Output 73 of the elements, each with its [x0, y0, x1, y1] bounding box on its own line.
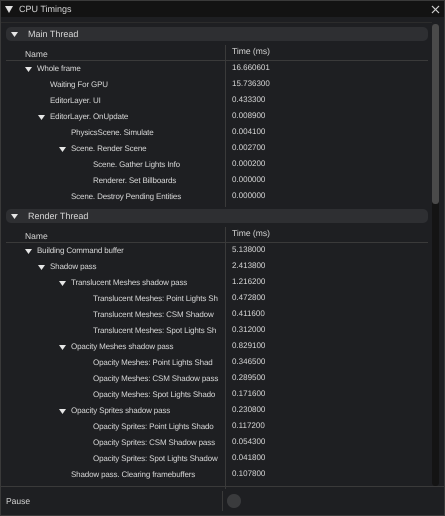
row-name[interactable]: Translucent Meshes shadow pass — [71, 279, 188, 287]
row-name[interactable]: Renderer. Set Billboards — [93, 177, 176, 185]
row-name[interactable]: EditorLayer. OnUpdate — [50, 113, 128, 121]
time-value: 0.000200 — [231, 160, 266, 168]
expanded-arrow-icon[interactable] — [25, 248, 32, 254]
row-name[interactable]: Opacity Sprites: CSM Shadow pass — [93, 439, 215, 447]
section-header[interactable]: Main Thread — [6, 27, 428, 41]
expanded-arrow-icon[interactable] — [59, 280, 66, 286]
time-value: 16.660601 — [231, 64, 270, 72]
row-name[interactable]: Opacity Meshes: Spot Lights Shado — [93, 391, 216, 399]
time-value: 0.008900 — [231, 112, 266, 120]
row-name[interactable]: Translucent Meshes: Point Lights Sh — [93, 295, 218, 303]
column-header[interactable]: Time (ms) — [226, 227, 270, 240]
time-value: 0.230800 — [231, 406, 266, 414]
row-name[interactable]: EditorLayer. UI — [50, 97, 101, 105]
row-name[interactable]: Opacity Meshes: Point Lights Shad — [93, 359, 213, 367]
time-value: 0.041800 — [231, 454, 266, 462]
time-value: 0.829100 — [231, 342, 266, 350]
time-value: 0.411600 — [231, 310, 265, 318]
row-name[interactable]: Translucent Meshes: Spot Lights Sh — [93, 327, 216, 335]
time-value: 0.312000 — [231, 326, 266, 334]
expanded-arrow-icon[interactable] — [11, 212, 18, 220]
time-value: 1.216200 — [231, 278, 266, 286]
time-value: 0.107800 — [231, 470, 266, 478]
expanded-arrow-icon[interactable] — [11, 30, 18, 38]
time-value: 0.054300 — [231, 438, 266, 446]
column-header[interactable]: Name — [6, 45, 226, 60]
time-value: 0.346500 — [231, 358, 266, 366]
scrollbar[interactable] — [432, 24, 439, 486]
time-value: 0.433300 — [231, 96, 266, 104]
column-header[interactable]: Name — [6, 227, 226, 242]
time-value: 0.000000 — [231, 192, 266, 200]
section-header[interactable]: Render Thread — [6, 209, 428, 223]
time-value: 2.413800 — [231, 262, 266, 270]
row-name[interactable]: PhysicsScene. Simulate — [71, 129, 154, 137]
row-name[interactable]: Scene. Render Scene — [71, 145, 146, 153]
window-title: CPU Timings — [19, 4, 72, 14]
time-value: 0.004100 — [231, 128, 266, 136]
close-icon[interactable] — [431, 4, 440, 14]
row-name[interactable]: Whole frame — [37, 65, 81, 73]
expanded-arrow-icon[interactable] — [59, 408, 66, 414]
row-name[interactable]: Scene. Destroy Pending Entities — [71, 193, 182, 201]
time-value: 0.472800 — [231, 294, 266, 302]
time-value: 15.736300 — [231, 80, 270, 88]
time-value: 5.138000 — [231, 246, 266, 254]
time-value: 0.117200 — [231, 422, 265, 430]
expanded-arrow-icon[interactable] — [59, 146, 66, 152]
row-name[interactable]: Opacity Meshes: CSM Shadow pass — [93, 375, 218, 383]
time-value: 0.000000 — [231, 176, 266, 184]
expanded-arrow-icon[interactable] — [38, 264, 45, 270]
row-name[interactable]: Building Command buffer — [37, 247, 124, 255]
expanded-arrow-icon[interactable] — [38, 114, 45, 120]
section-title: Main Thread — [28, 30, 78, 38]
pause-label: Pause — [5, 494, 32, 508]
row-name[interactable]: Opacity Meshes shadow pass — [71, 343, 174, 351]
row-name[interactable]: Opacity Sprites shadow pass — [71, 407, 170, 415]
time-value: 0.002700 — [231, 144, 266, 152]
row-name[interactable]: Shadow pass — [50, 263, 96, 271]
scrollbar-thumb[interactable] — [432, 24, 439, 204]
column-header[interactable]: Time (ms) — [226, 45, 270, 58]
expanded-arrow-icon[interactable] — [59, 344, 66, 350]
row-name[interactable]: Scene. Gather Lights Info — [93, 161, 180, 169]
row-name[interactable]: Waiting For GPU — [50, 81, 108, 89]
time-value: 0.289500 — [231, 374, 266, 382]
expanded-arrow-icon[interactable] — [25, 66, 32, 72]
pause-toggle[interactable] — [227, 494, 241, 508]
collapse-arrow-icon[interactable] — [5, 6, 13, 12]
row-name[interactable]: Opacity Sprites: Point Lights Shado — [93, 423, 214, 431]
time-value: 0.171600 — [231, 390, 266, 398]
row-name[interactable]: Translucent Meshes: CSM Shadow — [93, 311, 214, 319]
section-title: Render Thread — [28, 212, 88, 220]
row-name[interactable]: Shadow pass. Clearing framebuffers — [71, 471, 196, 479]
row-name[interactable]: Opacity Sprites: Spot Lights Shadow — [93, 455, 218, 463]
